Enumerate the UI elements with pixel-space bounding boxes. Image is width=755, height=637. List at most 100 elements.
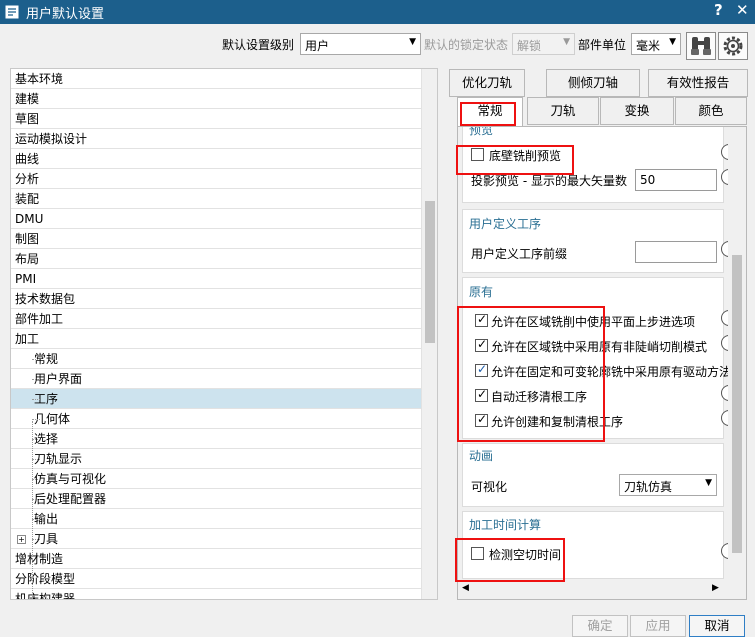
tab-transform[interactable]: 变换 (600, 97, 674, 125)
binoculars-icon (691, 37, 711, 55)
tree-child-item[interactable]: 仿真与可视化 (11, 469, 423, 489)
tree-connector (32, 419, 40, 420)
tree-child-item[interactable]: 用户界面 (11, 369, 423, 389)
tree-item-label: 用户界面 (34, 372, 83, 386)
tree-connector (32, 439, 40, 440)
tree-scrollbar[interactable] (421, 69, 437, 599)
tree-item-label: 增材制造 (15, 552, 64, 566)
visualize-label: 可视化 (471, 480, 508, 494)
default-level-select[interactable]: 用户 ▼ (300, 33, 421, 55)
tab-color[interactable]: 颜色 (675, 97, 747, 125)
category-tree[interactable]: 基本环境建模草图运动模拟设计 曲线分析装配 DMU 制图布局 PMI 技术数据包部件加工加… (10, 68, 438, 600)
cancel-button[interactable]: 取消 (689, 615, 745, 637)
tree-item[interactable]: 技术数据包 (11, 289, 423, 309)
tree-child-item[interactable]: 后处理配置器 (11, 489, 423, 509)
tree-item-label: 曲线 (15, 152, 40, 166)
tab-toolpath[interactable]: 刀轨 (527, 97, 599, 125)
tree-item[interactable]: 装配 (11, 189, 423, 209)
chevron-down-icon: ▼ (563, 37, 570, 47)
tree-item[interactable]: 部件加工 (11, 309, 423, 329)
default-level-value: 用户 (305, 39, 330, 53)
tree-item[interactable]: 运动模拟设计 (11, 129, 423, 149)
tree-child-item[interactable]: 几何体 (11, 409, 423, 429)
lock-state-value: 解锁 (517, 39, 542, 53)
part-unit-value: 毫米 (636, 39, 661, 53)
tree-item-label: 制图 (15, 232, 40, 246)
tab-validity-report[interactable]: 有效性报告 (648, 69, 748, 97)
tree-connector (32, 499, 40, 500)
tree-item-label: 草图 (15, 112, 40, 126)
lock-state-select: 解锁 ▼ (512, 33, 575, 55)
tree-connector (32, 519, 40, 520)
tree-item[interactable]: 加工 (11, 329, 423, 349)
tree-item[interactable]: 增材制造 (11, 549, 423, 569)
tree-item[interactable]: 基本环境 (11, 69, 423, 89)
gear-icon (723, 36, 743, 56)
apply-button[interactable]: 应用 (630, 615, 686, 637)
tree-item[interactable]: DMU (11, 209, 423, 229)
default-level-label: 默认设置级别 (222, 38, 295, 52)
tree-item-label: DMU (15, 212, 44, 226)
tree-connector (32, 539, 40, 540)
tree-item-label: 基本环境 (15, 72, 64, 86)
tree-connector (32, 379, 40, 380)
tree-child-item[interactable]: 常规 (11, 349, 423, 369)
tree-item-label: 机床构建器 (15, 592, 76, 600)
max-vectors-input[interactable]: 50 (635, 169, 717, 191)
panel-scroll-thumb[interactable] (732, 255, 742, 553)
chevron-down-icon: ▼ (705, 478, 712, 488)
tree-item[interactable]: 建模 (11, 89, 423, 109)
scroll-left-icon[interactable]: ◀ (462, 583, 469, 593)
part-unit-select[interactable]: 毫米 ▼ (631, 33, 681, 55)
panel-vertical-scrollbar[interactable] (728, 127, 746, 582)
tree-item[interactable]: PMI (11, 269, 423, 289)
tree-child-item[interactable]: 工序 (11, 389, 423, 409)
tree-child-item[interactable]: 选择 (11, 429, 423, 449)
user-ops-group-title: 用户定义工序 (469, 217, 542, 231)
visualize-select[interactable]: 刀轨仿真 ▼ (619, 474, 717, 496)
machining-time-group-title: 加工时间计算 (469, 518, 542, 532)
chevron-down-icon: ▼ (669, 37, 676, 47)
help-button[interactable]: ? (714, 1, 723, 19)
tab-optimize-toolpath[interactable]: 优化刀轨 (449, 69, 525, 97)
tree-item[interactable]: 分析 (11, 169, 423, 189)
panel-horizontal-scrollbar[interactable]: ◀ ▶ (458, 582, 728, 599)
tree-connector (32, 399, 40, 400)
tree-item[interactable]: 草图 (11, 109, 423, 129)
tree-item-label: 分阶段模型 (15, 572, 76, 586)
tree-item-label: 运动模拟设计 (15, 132, 88, 146)
tree-item-label: 分析 (15, 172, 40, 186)
tree-item-label: 技术数据包 (15, 292, 76, 306)
tree-item-label: PMI (15, 272, 37, 286)
tree-connector (32, 459, 40, 460)
tree-child-item[interactable]: 输出 (11, 509, 423, 529)
tree-item[interactable]: 布局 (11, 249, 423, 269)
scroll-right-icon[interactable]: ▶ (712, 583, 719, 593)
settings-app-icon (5, 5, 19, 19)
tree-child-item[interactable]: 刀具 (11, 529, 423, 549)
highlight-legacy-options (457, 306, 605, 442)
part-unit-label: 部件单位 (578, 38, 627, 52)
user-op-prefix-input[interactable] (635, 241, 717, 263)
ok-button[interactable]: 确定 (572, 615, 628, 637)
animation-group-title: 动画 (469, 449, 494, 463)
tree-child-item[interactable]: 刀轨显示 (11, 449, 423, 469)
tree-connector (32, 479, 40, 480)
close-button[interactable]: ✕ (736, 1, 749, 19)
tree-item-label: 仿真与可视化 (34, 472, 107, 486)
tree-connector (32, 359, 40, 360)
tree-item[interactable]: 机床构建器 (11, 589, 423, 600)
user-op-prefix-label: 用户定义工序前缀 (471, 247, 568, 261)
tab-tilt-tool-axis[interactable]: 侧倾刀轴 (546, 69, 640, 97)
tree-item[interactable]: 曲线 (11, 149, 423, 169)
find-button[interactable] (686, 32, 716, 60)
preview-group-title: 预览 (469, 126, 494, 137)
title-bar: 用户默认设置 ? ✕ (0, 0, 755, 24)
tree-item[interactable]: 分阶段模型 (11, 569, 423, 589)
settings-button[interactable] (718, 32, 748, 60)
expand-icon[interactable]: + (17, 535, 26, 544)
tree-item[interactable]: 制图 (11, 229, 423, 249)
tree-item-label: 后处理配置器 (34, 492, 107, 506)
tree-item-label: 部件加工 (15, 312, 64, 326)
tree-scroll-thumb[interactable] (425, 201, 435, 343)
